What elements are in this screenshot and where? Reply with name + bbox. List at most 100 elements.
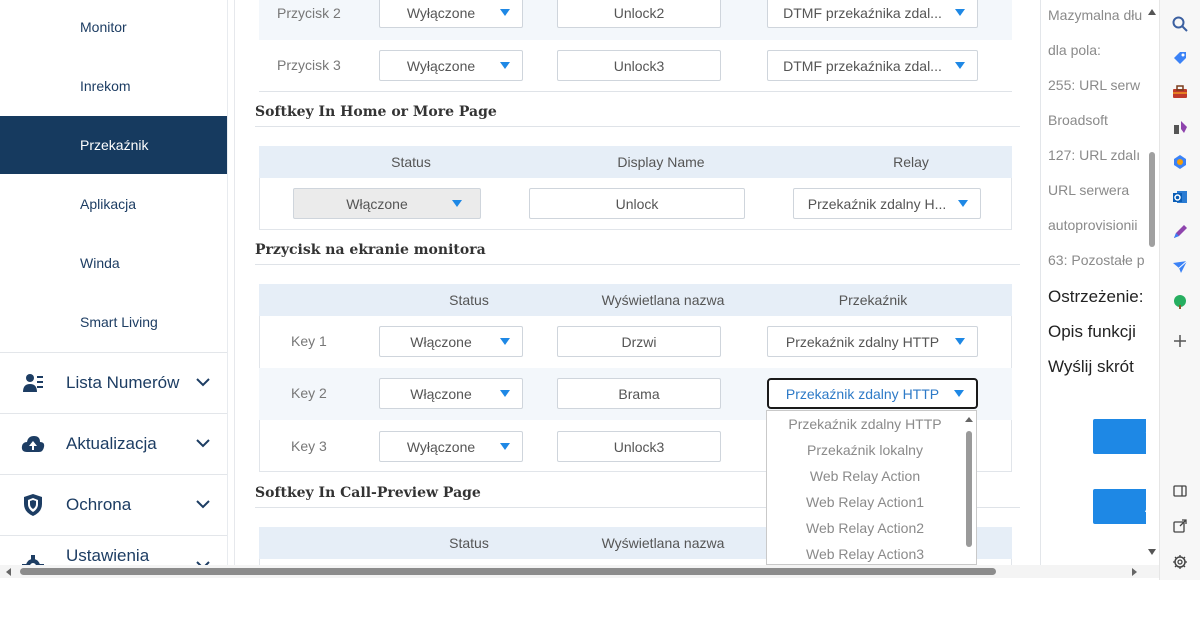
sidebar-item-label: Ustawienia Urzą	[66, 545, 150, 565]
games-icon[interactable]	[1169, 116, 1191, 138]
display-name-input[interactable]: Unlock	[529, 188, 745, 219]
send-icon[interactable]	[1169, 256, 1191, 278]
dropdown-arrow-icon	[955, 8, 965, 16]
sidebar-item-smart-living[interactable]: Smart Living	[0, 293, 227, 351]
dropdown-arrow-icon	[500, 8, 510, 16]
outlook-icon[interactable]	[1169, 186, 1191, 208]
help-panel: Mazymalna dłu dla pola: 255: URL serw Br…	[1040, 0, 1158, 565]
sidebar-item-intercom[interactable]: Inrekom	[0, 57, 227, 115]
dropdown-option[interactable]: Web Relay Action3	[767, 541, 963, 564]
section-title: Przycisk na ekranie monitora	[255, 242, 486, 258]
dropdown-scrollbar[interactable]	[962, 411, 976, 564]
dropdown-option[interactable]: Przekaźnik zdalny HTTP	[767, 411, 963, 437]
sidebar-item-label: Aktualizacja	[66, 433, 157, 453]
sidebar: Monitor Inrekom Przekaźnik Aplikacja Win…	[0, 0, 228, 565]
display-name-input[interactable]: Brama	[557, 378, 721, 409]
input-value: Brama	[618, 385, 660, 402]
sidebar-item-label: Winda	[80, 255, 120, 271]
scroll-up-icon[interactable]	[1148, 9, 1156, 15]
sidebar-item-label: Inrekom	[80, 78, 131, 94]
relay-select[interactable]: Przekaźnik zdalny H...	[793, 188, 981, 219]
scrollbar-thumb[interactable]	[966, 431, 972, 547]
status-select[interactable]: Wyłączone	[379, 50, 523, 81]
chevron-down-icon	[188, 500, 218, 509]
sidebar-item-device-settings[interactable]: Ustawienia Urzą	[0, 535, 227, 565]
search-icon[interactable]	[1169, 13, 1191, 35]
sidebar-item-phonebook[interactable]: Lista Numerów	[0, 352, 227, 412]
copilot-icon[interactable]	[1169, 151, 1191, 173]
status-select[interactable]: Wyłączone	[379, 0, 523, 28]
status-select[interactable]: Włączone	[379, 378, 523, 409]
split-view-icon[interactable]	[1169, 480, 1191, 502]
dropdown-option[interactable]: Web Relay Action	[767, 463, 963, 489]
select-value: Włączone	[410, 333, 472, 350]
relay-select[interactable]: DTMF przekaźnika zdal...	[767, 0, 978, 28]
row-label: Key 1	[291, 333, 327, 349]
dropdown-option[interactable]: Web Relay Action2	[767, 515, 963, 541]
scrollbar-thumb[interactable]	[1149, 152, 1155, 247]
dropdown-arrow-icon	[500, 61, 510, 69]
relay-select[interactable]: Przekaźnik zdalny HTTP	[767, 326, 978, 357]
status-select[interactable]: Wyłączone	[379, 431, 523, 462]
add-icon[interactable]	[1169, 330, 1191, 352]
dropdown-arrow-icon	[452, 199, 462, 207]
sidebar-item-upgrade[interactable]: Aktualizacja	[0, 413, 227, 473]
tree-icon[interactable]	[1169, 291, 1191, 313]
open-external-icon[interactable]	[1169, 515, 1191, 537]
tag-icon[interactable]	[1169, 47, 1191, 69]
briefcase-icon[interactable]	[1169, 81, 1191, 103]
help-text: 255: URL serw	[1048, 77, 1141, 93]
sidebar-item-security[interactable]: Ochrona	[0, 474, 227, 534]
name-input[interactable]: Unlock2	[557, 0, 721, 28]
sidebar-item-relay[interactable]: Przekaźnik	[0, 116, 227, 174]
sidebar-item-label: Ochrona	[66, 494, 132, 514]
select-value: Przekaźnik zdalny HTTP	[785, 385, 940, 402]
column-header: Wyświetlana nazwa	[601, 535, 725, 551]
select-value: Przekaźnik zdalny H...	[807, 195, 947, 212]
browser-sidebar	[1159, 0, 1200, 580]
cloud-upload-icon	[20, 431, 46, 457]
select-value: Przekaźnik zdalny HTTP	[785, 333, 940, 350]
sidebar-item-label: Smart Living	[80, 314, 158, 330]
dropdown-option[interactable]: Przekaźnik lokalny	[767, 437, 963, 463]
scroll-left-icon[interactable]	[6, 568, 11, 576]
help-text: autoprovisionii	[1048, 217, 1138, 233]
relay-select-open[interactable]: Przekaźnik zdalny HTTP	[767, 378, 978, 409]
column-header: Wyświetlana nazwa	[601, 292, 725, 308]
scroll-down-icon[interactable]	[1148, 549, 1156, 555]
scrollbar-thumb[interactable]	[20, 568, 996, 575]
scroll-up-icon[interactable]	[965, 417, 973, 422]
column-header: Status	[449, 535, 489, 551]
help-text: Broadsoft	[1048, 112, 1108, 128]
settings-icon[interactable]	[1169, 551, 1191, 573]
help-panel-scrollbar[interactable]	[1146, 0, 1158, 565]
relay-select[interactable]: DTMF przekaźnika zdal...	[767, 50, 978, 81]
sidebar-item-lift[interactable]: Winda	[0, 234, 227, 292]
select-value: DTMF przekaźnika zdal...	[783, 4, 942, 21]
sidebar-item-label: Lista Numerów	[66, 372, 180, 392]
dropdown-option[interactable]: Web Relay Action1	[767, 489, 963, 515]
select-value: Włączone	[410, 385, 472, 402]
sidebar-item-label: Przekaźnik	[80, 137, 149, 153]
sidebar-item-application[interactable]: Aplikacja	[0, 175, 227, 233]
dropdown-arrow-icon	[958, 199, 968, 207]
dropdown-arrow-icon	[500, 442, 510, 450]
status-select[interactable]: Włączone	[379, 326, 523, 357]
sidebar-item-monitor[interactable]: Monitor	[0, 0, 227, 56]
display-name-input[interactable]: Drzwi	[557, 326, 721, 357]
scroll-right-icon[interactable]	[1132, 568, 1137, 576]
dropdown-arrow-icon	[500, 337, 510, 345]
name-input[interactable]: Unlock3	[557, 50, 721, 81]
select-value: Wyłączone	[406, 57, 476, 74]
help-heading: Ostrzeżenie:	[1048, 287, 1144, 306]
status-select[interactable]: Włączone	[293, 188, 481, 219]
help-text: 63: Pozostałe p	[1048, 252, 1145, 268]
column-header: Przekaźnik	[838, 292, 908, 308]
relay-dropdown-list: Przekaźnik zdalny HTTP Przekaźnik lokaln…	[766, 410, 977, 565]
display-name-input[interactable]: Unlock3	[557, 431, 721, 462]
help-text: Mazymalna dłu	[1048, 7, 1143, 23]
designer-icon[interactable]	[1169, 221, 1191, 243]
help-heading: Wyślij skrót	[1048, 357, 1134, 376]
horizontal-scrollbar[interactable]	[0, 565, 1159, 578]
select-value: Wyłączone	[406, 4, 476, 21]
